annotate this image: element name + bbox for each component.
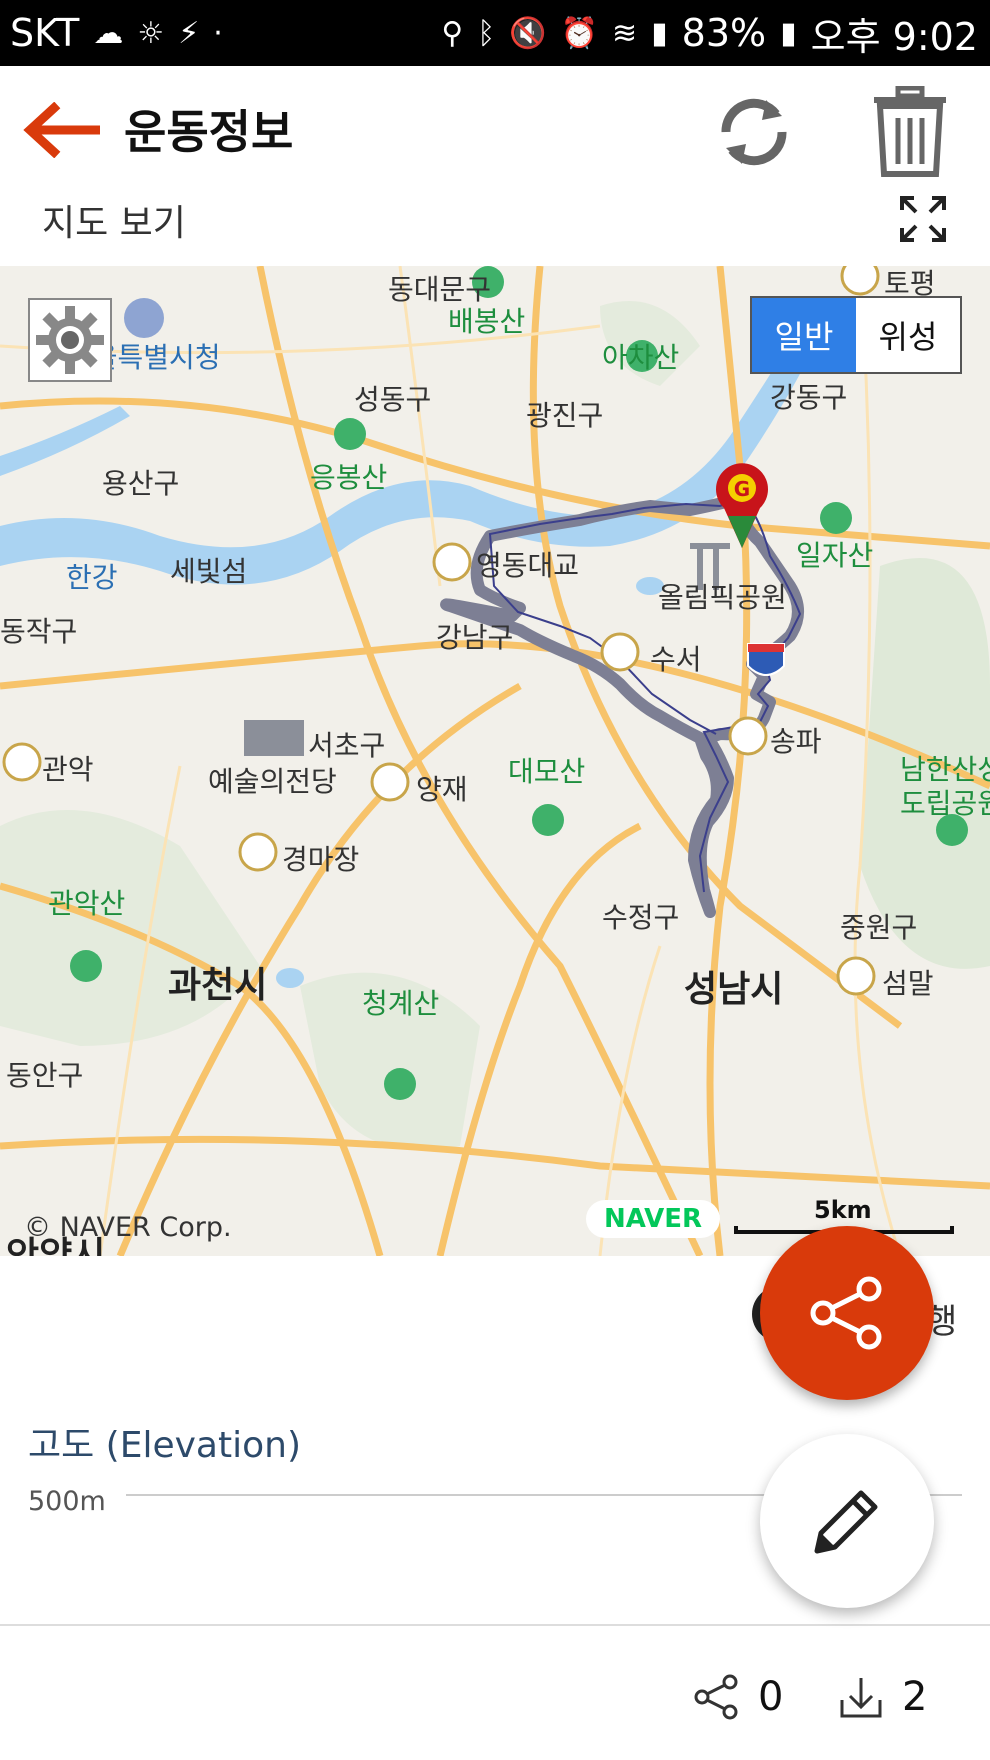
route-map[interactable]: 동대문구 배봉산 토평 서울특별시청 아차산 성동구 광진구 강동구 응봉산 용… [0, 266, 990, 1256]
divider [0, 1624, 990, 1626]
elevation-title: 고도 (Elevation) [28, 1425, 301, 1466]
map-label-seocho: 서초구 [308, 729, 386, 762]
refresh-button[interactable] [712, 90, 796, 174]
fullscreen-button[interactable] [898, 194, 948, 244]
map-label-jungwon: 중원구 [840, 911, 918, 944]
flash-icon: ⚡ [178, 15, 200, 51]
map-label-hangang: 한강 [66, 561, 118, 594]
location-icon: ⚲ [441, 15, 464, 51]
map-view-label: 지도 보기 [42, 203, 186, 244]
trash-icon [874, 85, 946, 177]
map-label-olympic-park: 올림픽공원 [658, 581, 787, 614]
map-label-cheonggyesan: 청계산 [362, 987, 440, 1020]
map-label-gyeongmajang: 경마장 [282, 843, 360, 876]
map-copyright: © NAVER Corp. [24, 1212, 232, 1243]
map-label-gwacheon: 과천시 [168, 965, 268, 1006]
map-label-yeongdong-bridge: 영동대교 [476, 549, 580, 582]
edit-fab[interactable] [760, 1434, 934, 1608]
naver-logo: NAVER [586, 1200, 721, 1238]
map-settings-button[interactable] [28, 298, 112, 382]
settings-gear-icon [36, 306, 104, 374]
elevation-axis-label: 500m [28, 1486, 106, 1517]
refresh-icon [721, 98, 787, 166]
wifi-icon: ≋ [612, 15, 638, 51]
share-count-button[interactable]: 0 [694, 1674, 783, 1720]
expand-icon [900, 196, 946, 242]
map-label-seongdong: 성동구 [354, 383, 432, 416]
map-section-header: 지도 보기 [0, 194, 990, 266]
dot-icon: · [213, 15, 223, 51]
bluetooth-icon: ᛒ [477, 15, 496, 51]
status-bar: SKT ☁ ☼ ⚡ · ⚲ ᛒ 🔇 ⏰ ≋ ▮ 83% ▮ 오후 9:02 [0, 0, 990, 66]
map-label-gangdong: 강동구 [770, 381, 848, 414]
map-label-seongnam: 성남시 [684, 969, 784, 1010]
back-arrow-icon [23, 101, 103, 159]
share-icon [694, 1674, 738, 1720]
map-label-gwanaksan: 관악산 [48, 887, 126, 920]
map-label-songpa: 송파 [770, 725, 822, 758]
back-button[interactable] [22, 101, 103, 159]
download-count-button[interactable]: 2 [838, 1674, 927, 1720]
download-count: 2 [902, 1674, 928, 1720]
map-label-arts-center: 예술의전당 [208, 765, 337, 798]
battery-icon: ▮ [780, 15, 797, 51]
map-label-seommal: 섬말 [882, 967, 934, 1000]
map-type-toggle: 일반 위성 [750, 296, 962, 374]
map-label-gangnam: 강남구 [436, 621, 514, 654]
app-bar: 운동정보 [0, 66, 990, 194]
signal-icon: ▮ [651, 15, 668, 51]
page-title: 운동정보 [124, 105, 294, 159]
svg-text:G: G [734, 477, 750, 501]
map-label-gwangjin: 광진구 [526, 399, 604, 432]
mute-icon: 🔇 [509, 15, 547, 51]
map-label-dongan: 동안구 [6, 1059, 84, 1092]
map-type-satellite-button[interactable]: 위성 [856, 298, 960, 372]
weather-icon: ☼ [137, 15, 165, 51]
share-icon [810, 1276, 882, 1350]
map-label-eungbongsan: 응봉산 [310, 461, 388, 494]
share-count: 0 [758, 1674, 784, 1720]
share-fab[interactable] [760, 1226, 934, 1400]
edit-pencil-icon [814, 1490, 878, 1554]
map-label-yongsan: 용산구 [102, 467, 180, 500]
goal-marker-icon: G [714, 460, 770, 550]
map-label-sujeong: 수정구 [602, 901, 680, 934]
scale-label: 5km [814, 1196, 872, 1224]
map-label-iljasan: 일자산 [796, 539, 874, 572]
download-icon [840, 1678, 882, 1718]
cloud-icon: ☁ [93, 15, 124, 51]
carrier-label: SKT [10, 11, 80, 55]
map-label-dongjak: 동작구 [0, 615, 78, 648]
map-label-suseo: 수서 [650, 643, 702, 676]
map-label-gwanak-ic: 관악 [42, 753, 94, 786]
map-type-normal-button[interactable]: 일반 [752, 298, 856, 372]
battery-percent: 83% [681, 11, 767, 55]
clock: 오후 9:02 [810, 14, 978, 59]
alarm-icon: ⏰ [560, 15, 599, 51]
map-label-yangjae: 양재 [416, 773, 468, 806]
map-label-daemosan: 대모산 [508, 755, 586, 788]
delete-button[interactable] [872, 85, 948, 178]
map-label-achasan: 아차산 [602, 341, 680, 374]
map-label-namhansanseong-park: 도립공원 [900, 787, 990, 820]
map-label-sebitseom: 세빛섬 [170, 555, 248, 588]
map-label-baebongsan: 배봉산 [448, 305, 526, 338]
